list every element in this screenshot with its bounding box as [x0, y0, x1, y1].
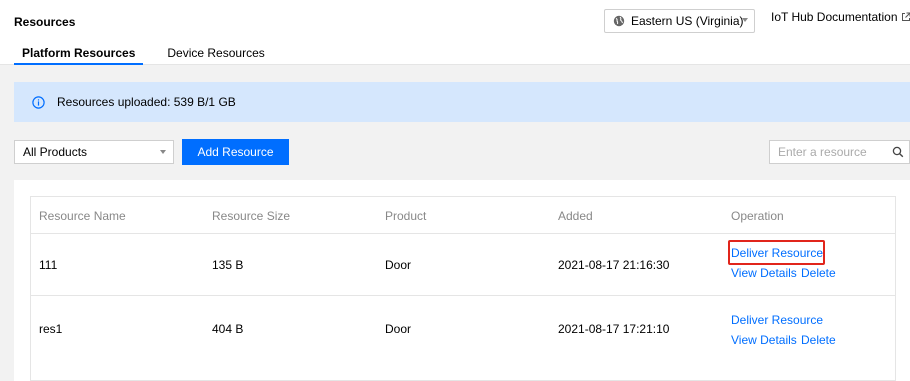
table-header-row: Resource Name Resource Size Product Adde…: [31, 197, 895, 234]
column-header-resource-size: Resource Size: [212, 209, 291, 223]
region-selector[interactable]: Eastern US (Virginia): [604, 9, 755, 33]
table-row: res1 404 B Door 2021-08-17 17:21:10 Deli…: [31, 296, 895, 358]
product-filter-select[interactable]: All Products: [14, 140, 174, 164]
external-link-icon: [901, 12, 910, 21]
documentation-link-label: IoT Hub Documentation: [771, 10, 898, 24]
chevron-down-icon: [742, 18, 748, 22]
table-row: 111 135 B Door 2021-08-17 21:16:30 Deliv…: [31, 234, 895, 296]
resource-added: 2021-08-17 21:16:30: [558, 258, 670, 272]
resource-size: 404 B: [212, 322, 244, 336]
chevron-down-icon: [160, 150, 166, 154]
tab-bar: Platform Resources Device Resources: [14, 44, 273, 65]
tab-platform-resources[interactable]: Platform Resources: [14, 44, 144, 65]
resource-added: 2021-08-17 17:21:10: [558, 322, 670, 336]
notice-text: Resources uploaded: 539 B/1 GB: [57, 95, 236, 109]
column-header-operation: Operation: [731, 209, 784, 223]
view-details-link[interactable]: View Details: [731, 266, 797, 280]
resource-panel: Resource Name Resource Size Product Adde…: [14, 180, 910, 381]
delete-link[interactable]: Delete: [801, 333, 836, 347]
globe-icon: [613, 15, 625, 27]
add-resource-button[interactable]: Add Resource: [182, 139, 289, 165]
deliver-resource-link[interactable]: Deliver Resource: [731, 313, 823, 327]
page-title: Resources: [14, 15, 76, 29]
resource-size: 135 B: [212, 258, 244, 272]
search-icon[interactable]: [892, 146, 904, 158]
deliver-resource-link[interactable]: Deliver Resource: [731, 246, 823, 260]
column-header-resource-name: Resource Name: [39, 209, 126, 223]
usage-notice: Resources uploaded: 539 B/1 GB: [14, 82, 910, 122]
column-header-product: Product: [385, 209, 427, 223]
top-bar: Resources Eastern US (Virginia) IoT Hub …: [0, 0, 910, 65]
product-filter-value: All Products: [23, 145, 88, 159]
delete-link[interactable]: Delete: [801, 266, 836, 280]
resource-name: 111: [39, 258, 58, 272]
resource-search: [769, 140, 910, 164]
search-input[interactable]: [778, 145, 890, 159]
tab-device-resources[interactable]: Device Resources: [159, 44, 272, 65]
documentation-link[interactable]: IoT Hub Documentation: [771, 10, 910, 24]
view-details-link[interactable]: View Details: [731, 333, 797, 347]
resource-name: res1: [39, 322, 63, 336]
resource-product: Door: [385, 258, 412, 272]
column-header-added: Added: [558, 209, 593, 223]
resource-product: Door: [385, 322, 412, 336]
resource-table: Resource Name Resource Size Product Adde…: [30, 196, 896, 381]
region-label: Eastern US (Virginia): [631, 14, 744, 28]
info-icon: [32, 95, 45, 109]
